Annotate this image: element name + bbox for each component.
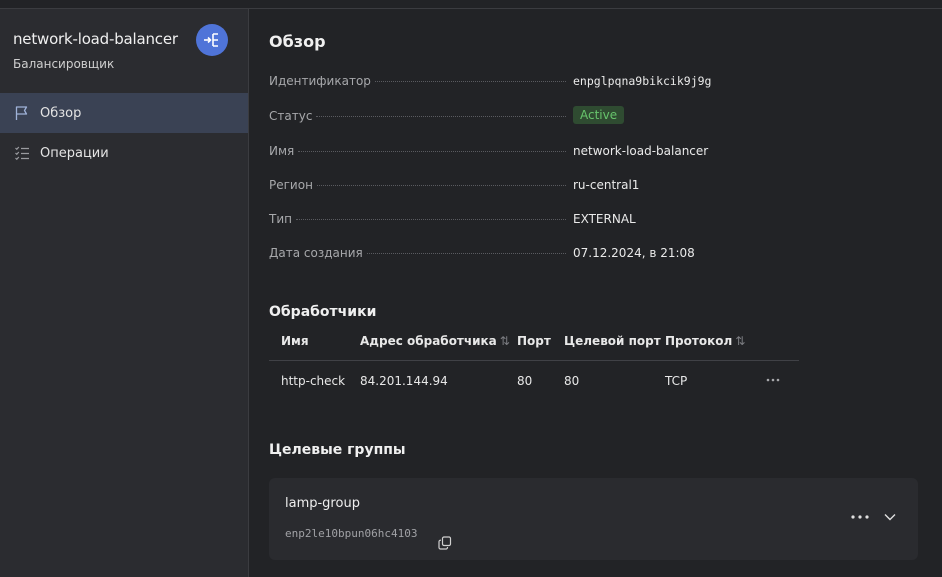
property-value-id: enpglpqna9bikcik9j9g	[573, 74, 712, 88]
copy-icon[interactable]	[436, 534, 454, 552]
sort-icon[interactable]: ⇅	[735, 334, 745, 348]
load-balancer-icon[interactable]	[196, 24, 228, 56]
column-header-name[interactable]: Имя	[281, 334, 309, 348]
main-content: Обзор Идентификатор enpglpqna9bikcik9j9g…	[249, 9, 942, 577]
sidebar-item-overview[interactable]: Обзор	[0, 93, 248, 133]
property-row-created: Дата создания 07.12.2024, в 21:08	[269, 246, 769, 266]
property-row-name: Имя network-load-balancer	[269, 144, 769, 164]
resource-type: Балансировщик	[13, 57, 115, 71]
page-title: Обзор	[269, 32, 326, 51]
list-icon	[15, 146, 29, 161]
target-group-card[interactable]: lamp-group enp2le10bpun06hc4103	[269, 478, 918, 560]
target-groups-title: Целевые группы	[269, 442, 406, 458]
status-badge: Active	[573, 106, 625, 124]
sidebar: network-load-balancer Балансировщик Обзо…	[0, 9, 249, 577]
property-label: Тип	[269, 212, 292, 226]
column-header-port[interactable]: Порт	[517, 334, 551, 348]
property-label: Имя	[269, 144, 295, 158]
sidebar-item-label: Обзор	[40, 105, 82, 121]
property-label: Дата создания	[269, 246, 363, 260]
property-row-type: Тип EXTERNAL	[269, 212, 769, 232]
property-value-type: EXTERNAL	[573, 212, 636, 226]
more-icon[interactable]	[849, 508, 871, 526]
sidebar-item-operations[interactable]: Операции	[0, 133, 248, 173]
cell-name: http-check	[281, 374, 346, 388]
listeners-title: Обработчики	[269, 304, 377, 320]
property-label: Статус	[269, 109, 313, 123]
property-value-created: 07.12.2024, в 21:08	[573, 246, 695, 260]
property-value-name: network-load-balancer	[573, 144, 709, 158]
property-value-region: ru-central1	[573, 178, 640, 192]
flag-icon	[15, 106, 28, 120]
cell-protocol: TCP	[665, 374, 688, 388]
sort-icon[interactable]: ⇅	[500, 334, 510, 348]
target-group-id: enp2le10bpun06hc4103	[285, 527, 418, 540]
cell-address: 84.201.144.94	[360, 374, 448, 388]
chevron-down-icon[interactable]	[881, 508, 899, 526]
cell-port: 80	[517, 374, 533, 388]
table-divider	[269, 360, 799, 361]
column-header-address[interactable]: Адрес обработчика ⇅	[360, 334, 510, 348]
property-label: Регион	[269, 178, 313, 192]
column-header-protocol[interactable]: Протокол ⇅	[665, 334, 745, 348]
property-row-region: Регион ru-central1	[269, 178, 769, 198]
resource-title: network-load-balancer	[13, 30, 178, 48]
sidebar-header: network-load-balancer Балансировщик	[13, 30, 178, 71]
cell-target-port: 80	[564, 374, 580, 388]
column-header-target-port[interactable]: Целевой порт	[564, 334, 661, 348]
property-row-status: Статус Active	[269, 106, 769, 129]
sidebar-item-label: Операции	[40, 145, 109, 161]
property-row-id: Идентификатор enpglpqna9bikcik9j9g	[269, 74, 769, 94]
row-more-icon[interactable]	[763, 371, 783, 389]
property-label: Идентификатор	[269, 74, 371, 88]
top-border	[0, 0, 942, 9]
target-group-name: lamp-group	[285, 496, 360, 511]
